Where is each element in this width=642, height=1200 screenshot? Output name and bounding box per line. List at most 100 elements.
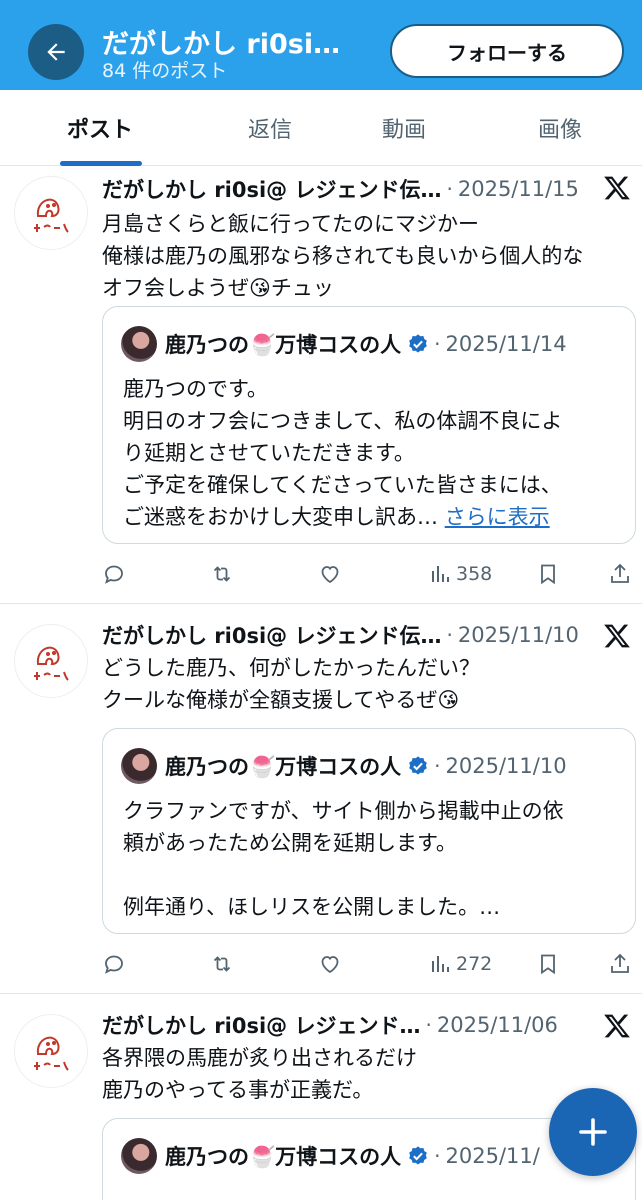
bar-chart-icon [432, 566, 449, 582]
quote-line: 頼があったため公開を延期します。 [123, 831, 457, 855]
post-date[interactable]: 2025/11/10 [458, 623, 579, 647]
post-line: 各界隈の馬鹿が炙り出されるだけ [102, 1046, 417, 1070]
separator-dot: · [434, 1144, 441, 1168]
author-name[interactable]: だがしかし ri0si@ レジェンド伝… [102, 620, 442, 650]
share-icon [611, 563, 629, 583]
avatar[interactable] [14, 176, 88, 250]
repost-button[interactable] [210, 944, 234, 984]
quote-line: 鹿乃つのです。 [123, 377, 268, 401]
profile-tabs: ポスト 返信 動画 画像 [0, 90, 642, 166]
quote-line: 例年通り、ほしリスを公開しました。… [123, 895, 501, 919]
quote-text: 鹿乃つのです。 明日のオフ会につきまして、私の体調不良によ り延期とさせていただ… [123, 373, 623, 533]
quote-date: 2025/11/ [445, 1144, 540, 1168]
plus-icon [579, 1118, 607, 1146]
verified-badge-icon [409, 756, 427, 775]
quote-avatar[interactable] [121, 1138, 157, 1174]
post-actions: 272 [0, 944, 642, 984]
share-button[interactable] [608, 554, 632, 594]
share-button[interactable] [608, 944, 632, 984]
quote-author-name[interactable]: 鹿乃つの🍧万博コスの人 [165, 751, 401, 781]
post-line: どうした鹿乃、何がしたかったんだい？ [102, 656, 480, 680]
follow-button[interactable]: フォローする [390, 24, 624, 78]
back-button[interactable] [28, 24, 84, 80]
separator-dot: · [446, 623, 453, 647]
quote-avatar[interactable] [121, 326, 157, 362]
tab-images[interactable]: 画像 [500, 90, 620, 166]
views-button[interactable]: 272 [428, 944, 492, 984]
quoted-post[interactable]: 鹿乃つの🍧万博コスの人 · 2025/11/14 鹿乃つのです。 明日のオフ会に… [102, 306, 636, 544]
repost-icon [213, 956, 231, 972]
views-button[interactable]: 358 [428, 554, 492, 594]
separator-dot: · [425, 1013, 432, 1037]
heart-icon [321, 956, 339, 974]
avatar[interactable] [14, 1014, 88, 1088]
separator-dot: · [434, 332, 441, 356]
post-text: 月島さくらと飯に行ってたのにマジかー 俺様は鹿乃の風邪なら移されても良いから個人… [102, 208, 632, 304]
separator-dot: · [446, 177, 453, 201]
post-text: どうした鹿乃、何がしたかったんだい？ クールな俺様が全額支援してやるぜ😘 [102, 652, 632, 716]
like-button[interactable] [318, 944, 342, 984]
avatar[interactable] [14, 624, 88, 698]
post-line: 俺様は鹿乃の風邪なら移されても良いから個人的な [102, 244, 584, 268]
post-text: 各界隈の馬鹿が炙り出されるだけ 鹿乃のやってる事が正義だ。 [102, 1042, 632, 1106]
quote-author-name[interactable]: 鹿乃つの🍧万博コスの人 [165, 329, 401, 359]
quote-line: クラファンですが、サイト側から掲載中止の依 [123, 799, 564, 823]
post-date[interactable]: 2025/11/06 [437, 1013, 558, 1037]
bookmark-icon [541, 954, 555, 975]
reply-button[interactable] [102, 554, 126, 594]
author-name[interactable]: だがしかし ri0si@ レジェンド… [102, 1010, 421, 1040]
tab-replies[interactable]: 返信 [210, 90, 330, 166]
quote-text: クラファンですが、サイト側から掲載中止の依 頼があったため公開を延期します。 例… [123, 795, 623, 923]
author-name[interactable]: だがしかし ri0si@ レジェンド伝… [102, 174, 442, 204]
repost-button[interactable] [210, 554, 234, 594]
verified-badge-icon [409, 334, 427, 353]
ghost-avatar-icon [34, 1036, 69, 1071]
quote-line: ご予定を確保してくださっていた皆さまには、 [123, 473, 562, 497]
like-button[interactable] [318, 554, 342, 594]
heart-icon [321, 566, 339, 584]
quote-date: 2025/11/14 [445, 332, 567, 356]
post[interactable]: だがしかし ri0si@ レジェンド伝… · 2025/11/10 どうした鹿乃… [0, 604, 642, 994]
verified-badge-icon [409, 1146, 427, 1165]
repost-icon [213, 566, 231, 582]
reply-button[interactable] [102, 944, 126, 984]
profile-header: だがしかし ri0si… 84 件のポスト フォローする [0, 0, 642, 90]
bookmark-button[interactable] [536, 944, 560, 984]
post[interactable]: だがしかし ri0si@ レジェンド… · 2025/11/06 各界隈の馬鹿が… [0, 994, 642, 1200]
post[interactable]: だがしかし ri0si@ レジェンド伝… · 2025/11/15 月島さくらと… [0, 166, 642, 604]
quote-blank-line [123, 859, 623, 891]
arrow-left-icon [47, 43, 65, 61]
tab-videos[interactable]: 動画 [344, 90, 464, 166]
post-line: オフ会しようぜ😘チュッ [102, 276, 334, 300]
reply-icon [105, 565, 123, 584]
view-count: 358 [456, 563, 493, 585]
reply-icon [105, 955, 123, 974]
quoted-post[interactable]: 鹿乃つの🍧万博コスの人 · 2025/11/10 クラファンですが、サイト側から… [102, 728, 636, 934]
post-actions: 358 [0, 554, 642, 594]
ghost-avatar-icon [34, 198, 69, 233]
post-line: 鹿乃のやってる事が正義だ。 [102, 1078, 374, 1102]
post-line: 月島さくらと飯に行ってたのにマジかー [102, 212, 479, 236]
post-line: クールな俺様が全額支援してやるぜ😘 [102, 688, 460, 712]
quote-line: ご迷惑をおかけし大変申し訳あ… さらに表示 [123, 501, 623, 533]
quote-date: 2025/11/10 [445, 754, 567, 778]
post-count: 84 件のポスト [102, 60, 228, 82]
bar-chart-icon [432, 956, 449, 972]
show-more-link[interactable]: さらに表示 [445, 505, 550, 529]
tab-posts[interactable]: ポスト [40, 90, 160, 166]
separator-dot: · [434, 754, 441, 778]
compose-button[interactable] [549, 1088, 637, 1176]
post-date[interactable]: 2025/11/15 [458, 177, 579, 201]
x-logo-icon [604, 624, 630, 648]
quote-line: り延期とさせていただきます。 [123, 441, 415, 465]
share-icon [611, 953, 629, 973]
bookmark-button[interactable] [536, 554, 560, 594]
quote-author-name[interactable]: 鹿乃つの🍧万博コスの人 [165, 1141, 401, 1171]
ghost-avatar-icon [34, 646, 69, 681]
bookmark-icon [541, 564, 555, 585]
x-logo-icon [604, 1014, 630, 1038]
x-logo-icon [604, 176, 630, 200]
quote-line-text: ご迷惑をおかけし大変申し訳あ… [123, 505, 438, 529]
quote-avatar[interactable] [121, 748, 157, 784]
quote-line: 明日のオフ会につきまして、私の体調不良によ [123, 409, 563, 433]
